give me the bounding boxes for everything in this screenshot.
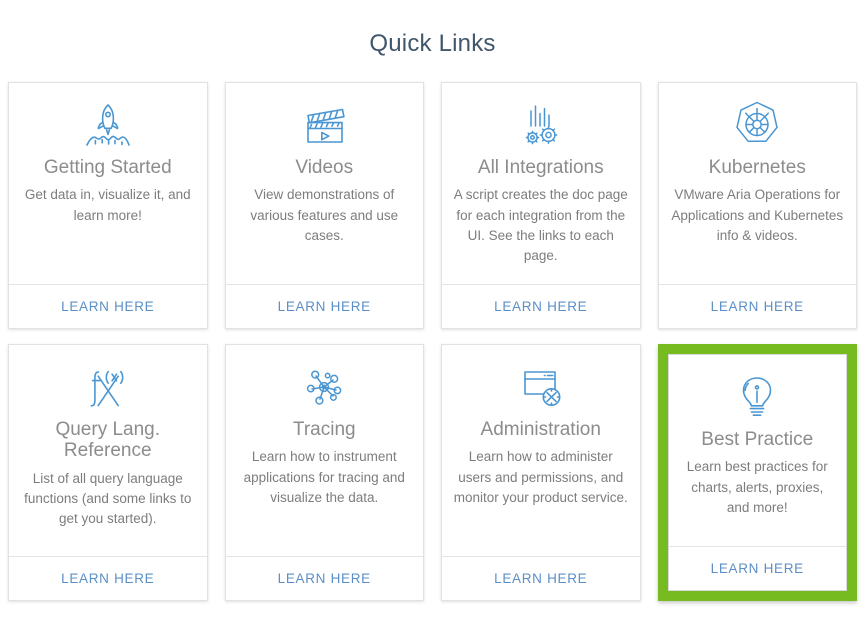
- rocket-icon: [80, 97, 136, 153]
- card-footer: LEARN HERE: [442, 556, 640, 600]
- card-description: View demonstrations of various features …: [250, 187, 399, 243]
- function-fx-icon: [82, 359, 134, 415]
- card-inner: Query Lang. Reference List of all query …: [9, 345, 207, 600]
- quick-link-card-getting-started[interactable]: Getting Started Get data in, visualize i…: [8, 82, 208, 329]
- quick-link-card-all-integrations[interactable]: All Integrations A script creates the do…: [441, 82, 641, 329]
- card-title: Tracing: [292, 419, 356, 440]
- kubernetes-icon: [731, 97, 783, 153]
- card-inner: Best Practice Learn best practices for c…: [667, 354, 847, 591]
- card-inner: Getting Started Get data in, visualize i…: [9, 83, 207, 328]
- card-description: Learn how to administer users and permis…: [453, 449, 628, 505]
- card-description: Get data in, visualize it, and learn mor…: [24, 187, 191, 223]
- card-body: Videos View demonstrations of various fe…: [226, 83, 424, 284]
- card-footer: LEARN HERE: [225, 284, 423, 328]
- card-footer: LEARN HERE: [225, 556, 423, 600]
- card-title: Getting Started: [43, 157, 172, 178]
- learn-here-link[interactable]: LEARN HERE: [494, 571, 587, 586]
- card-body: Kubernetes VMware Aria Operations for Ap…: [659, 83, 857, 284]
- card-footer: LEARN HERE: [9, 556, 207, 600]
- card-body: Tracing Learn how to instrument applicat…: [226, 345, 424, 556]
- card-body: Best Practice Learn best practices for c…: [669, 355, 847, 546]
- card-body: Query Lang. Reference List of all query …: [9, 345, 207, 556]
- card-description: VMware Aria Operations for Applications …: [671, 187, 844, 243]
- browser-settings-icon: [514, 359, 568, 415]
- card-footer: LEARN HERE: [668, 546, 846, 590]
- card-inner: All Integrations A script creates the do…: [442, 83, 640, 328]
- card-title: Videos: [295, 157, 354, 178]
- learn-here-link[interactable]: LEARN HERE: [61, 299, 154, 314]
- page-title: Quick Links: [369, 30, 496, 57]
- quick-links-page: Quick Links Getting Started Get data in,…: [0, 0, 865, 620]
- card-body: Administration Learn how to administer u…: [442, 345, 640, 556]
- card-inner: Tracing Learn how to instrument applicat…: [225, 345, 424, 600]
- learn-here-link[interactable]: LEARN HERE: [494, 299, 587, 314]
- card-footer: LEARN HERE: [9, 284, 207, 328]
- card-inner: Kubernetes VMware Aria Operations for Ap…: [658, 83, 857, 328]
- quick-link-card-best-practice[interactable]: Best Practice Learn best practices for c…: [657, 344, 857, 601]
- card-inner: Administration Learn how to administer u…: [442, 345, 640, 600]
- quick-links-grid: Getting Started Get data in, visualize i…: [8, 82, 857, 601]
- learn-here-link[interactable]: LEARN HERE: [61, 571, 154, 586]
- card-footer: LEARN HERE: [658, 284, 856, 328]
- card-title: Administration: [480, 419, 601, 440]
- card-description: Learn best practices for charts, alerts,…: [686, 459, 828, 515]
- quick-link-card-kubernetes[interactable]: Kubernetes VMware Aria Operations for Ap…: [657, 82, 857, 329]
- gears-chart-icon: [515, 97, 567, 153]
- learn-here-link[interactable]: LEARN HERE: [278, 571, 371, 586]
- card-title: All Integrations: [477, 157, 604, 178]
- card-title: Kubernetes: [708, 157, 806, 178]
- quick-link-card-administration[interactable]: Administration Learn how to administer u…: [441, 344, 641, 601]
- quick-link-card-query-lang-reference[interactable]: Query Lang. Reference List of all query …: [8, 344, 208, 601]
- card-title: Best Practice: [701, 429, 814, 450]
- card-body: All Integrations A script creates the do…: [442, 83, 640, 284]
- lightbulb-info-icon: [732, 369, 782, 425]
- learn-here-link[interactable]: LEARN HERE: [278, 299, 371, 314]
- card-body: Getting Started Get data in, visualize i…: [9, 83, 207, 284]
- card-title: Query Lang. Reference: [55, 419, 161, 462]
- card-description: A script creates the doc page for each i…: [453, 187, 628, 264]
- card-inner: Videos View demonstrations of various fe…: [225, 83, 424, 328]
- card-footer: LEARN HERE: [442, 284, 640, 328]
- learn-here-link[interactable]: LEARN HERE: [711, 299, 804, 314]
- quick-link-card-videos[interactable]: Videos View demonstrations of various fe…: [224, 82, 424, 329]
- network-nodes-icon: [298, 359, 350, 415]
- card-description: Learn how to instrument applications for…: [243, 449, 405, 505]
- video-clapperboard-icon: [297, 97, 351, 153]
- card-description: List of all query language functions (an…: [24, 470, 192, 527]
- quick-link-card-tracing[interactable]: Tracing Learn how to instrument applicat…: [224, 344, 424, 601]
- learn-here-link[interactable]: LEARN HERE: [711, 561, 804, 576]
